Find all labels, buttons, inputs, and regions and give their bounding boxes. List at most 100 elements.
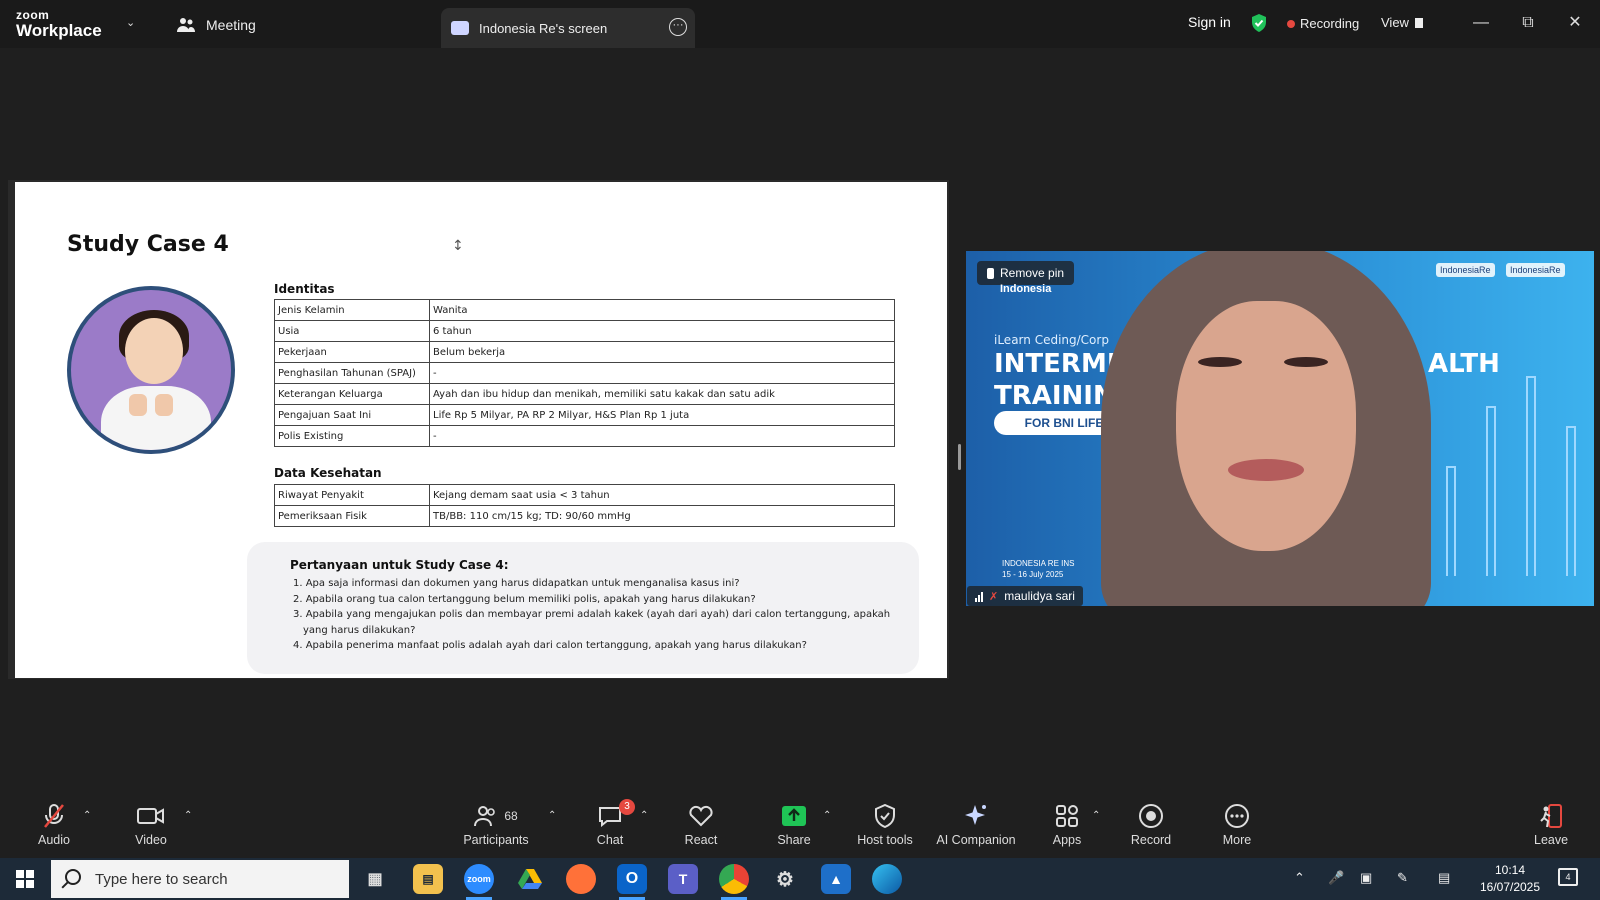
leave-button[interactable]: Leave	[1534, 803, 1568, 847]
edge-icon[interactable]	[872, 864, 902, 894]
more-options-icon[interactable]: ···	[669, 18, 687, 36]
photos-icon[interactable]: ▲	[821, 864, 851, 894]
chat-button[interactable]: 3 Chat	[595, 799, 635, 847]
audio-label: Audio	[38, 833, 70, 847]
share-button[interactable]: Share	[776, 803, 812, 847]
shared-slide: Study Case 4 ↕ Identitas Jenis Kelamin Wa…	[15, 182, 947, 678]
record-icon	[1139, 804, 1163, 828]
list-item: 3. Apabila yang mengajukan polis dan mem…	[293, 609, 891, 636]
recording-indicator[interactable]: Recording	[1287, 16, 1359, 31]
table-row: Penghasilan Tahunan (SPAJ) -	[274, 362, 895, 384]
slide-title: Study Case 4	[67, 232, 229, 257]
react-button[interactable]: React	[683, 803, 719, 847]
panel-resize-handle[interactable]	[958, 444, 961, 470]
security-shield-icon[interactable]	[1250, 13, 1268, 33]
google-drive-icon[interactable]	[515, 864, 545, 894]
system-clock[interactable]: 10:14 16/07/2025	[1475, 862, 1545, 896]
windows-taskbar: Type here to search ▦ ▤ zoom O T ⚙ ▲ ⌃ 🎤…	[0, 858, 1600, 900]
record-button[interactable]: Record	[1130, 803, 1172, 847]
zoom-app-icon[interactable]: zoom	[464, 864, 494, 900]
chevron-down-icon[interactable]: ⌄	[126, 16, 135, 29]
participants-options-caret-icon[interactable]: ⌃	[548, 810, 556, 821]
zoom-workplace-logo[interactable]: zoom Workplace	[16, 9, 102, 39]
table-cell-key: Riwayat Penyakit	[274, 484, 430, 506]
table-cell-value: -	[429, 362, 895, 384]
participant-name: maulidya sari	[1004, 589, 1075, 603]
close-icon[interactable]: ✕	[1560, 10, 1590, 36]
identitas-table: Jenis Kelamin Wanita Usia 6 tahun Pekerjaan B…	[274, 299, 895, 447]
table-cell-value: Belum bekerja	[429, 341, 895, 363]
microphone-muted-icon	[44, 804, 64, 828]
tray-keyboard-icon[interactable]: ▤	[1438, 870, 1450, 886]
audio-options-caret-icon[interactable]: ⌃	[83, 810, 91, 821]
table-cell-key: Pemeriksaan Fisik	[274, 505, 430, 527]
tray-display-icon[interactable]: ▣	[1360, 870, 1372, 886]
recording-dot-icon	[1287, 19, 1295, 28]
apps-options-caret-icon[interactable]: ⌃	[1092, 810, 1100, 821]
participant-video[interactable]: iLearn Ceding/Corp INTERMED TRAINING ALT…	[966, 251, 1594, 606]
tray-chevron-up-icon[interactable]: ⌃	[1294, 870, 1305, 886]
firefox-icon[interactable]	[566, 864, 596, 894]
apps-button[interactable]: Apps	[1050, 803, 1084, 847]
participants-button[interactable]: 68 Participants	[460, 803, 532, 847]
view-button[interactable]: View	[1381, 15, 1423, 30]
ai-companion-button[interactable]: AI Companion	[934, 803, 1018, 847]
tray-microphone-icon[interactable]: 🎤	[1328, 870, 1344, 886]
clock-time: 10:14	[1494, 863, 1526, 877]
list-item: 1. Apa saja informasi dan dokumen yang h…	[293, 578, 740, 589]
participant-face	[1176, 301, 1356, 551]
table-cell-value: Kejang demam saat usia < 3 tahun	[429, 484, 895, 506]
table-cell-key: Keterangan Keluarga	[274, 383, 430, 405]
indonesiare-logo: IndonesiaRe	[1436, 263, 1495, 277]
chrome-icon[interactable]	[719, 864, 749, 900]
share-tab-label: Indonesia Re's screen	[479, 20, 608, 36]
more-button[interactable]: More	[1220, 803, 1254, 847]
tray-pen-icon[interactable]: ✎	[1397, 870, 1408, 886]
restore-icon[interactable]: ⧉	[1513, 10, 1543, 36]
taskbar-search-input[interactable]: Type here to search	[51, 860, 349, 898]
share-label: Share	[777, 833, 811, 847]
chat-label: Chat	[596, 833, 624, 847]
file-explorer-icon[interactable]: ▤	[413, 864, 443, 894]
chat-options-caret-icon[interactable]: ⌃	[640, 810, 648, 821]
view-layout-icon	[1414, 17, 1423, 28]
event-info: INDONESIA RE INS 15 - 16 July 2025	[1002, 558, 1074, 580]
minimize-icon[interactable]: —	[1466, 10, 1496, 36]
table-cell-value: 6 tahun	[429, 320, 895, 342]
pin-icon	[987, 267, 994, 279]
list-item: 4. Apabila penerima manfaat polis adalah…	[293, 640, 807, 651]
table-cell-value: Ayah dan ibu hidup dan menikah, memiliki…	[429, 383, 895, 405]
leave-icon	[1540, 804, 1562, 828]
table-row: Polis Existing -	[274, 425, 895, 447]
host-tools-button[interactable]: Host tools	[854, 803, 916, 847]
settings-gear-icon[interactable]: ⚙	[770, 864, 800, 894]
teams-icon[interactable]: T	[668, 864, 698, 894]
zoom-app-text: zoom	[467, 874, 491, 884]
view-label: View	[1381, 15, 1409, 30]
task-view-icon[interactable]: ▦	[360, 864, 390, 894]
table-row: Pemeriksaan Fisik TB/BB: 110 cm/15 kg; TD…	[274, 505, 895, 527]
share-options-caret-icon[interactable]: ⌃	[823, 810, 831, 821]
remove-pin-button[interactable]: Remove pin	[977, 261, 1075, 285]
event-line-2: 15 - 16 July 2025	[1002, 570, 1064, 579]
banner-subtitle: iLearn Ceding/Corp	[994, 333, 1109, 347]
notification-count: 4	[1565, 872, 1571, 882]
audio-button[interactable]: Audio	[34, 803, 74, 847]
tab-meeting[interactable]: Meeting	[176, 14, 256, 36]
video-button[interactable]: Video	[131, 803, 171, 847]
sparkle-icon	[965, 805, 986, 825]
tab-shared-screen[interactable]: Indonesia Re's screen ···	[441, 8, 695, 48]
notification-center-icon[interactable]: 4	[1558, 868, 1578, 886]
more-icon	[1225, 804, 1249, 828]
muted-mic-icon: ✗	[989, 590, 999, 603]
table-cell-key: Pengajuan Saat Ini	[274, 404, 430, 426]
video-options-caret-icon[interactable]: ⌃	[184, 810, 192, 821]
sign-in-link[interactable]: Sign in	[1188, 14, 1231, 30]
table-cell-key: Pekerjaan	[274, 341, 430, 363]
windows-start-icon[interactable]	[16, 870, 34, 888]
text-cursor-icon: ↕	[452, 238, 464, 254]
outlook-icon[interactable]: O	[617, 864, 647, 900]
table-cell-key: Penghasilan Tahunan (SPAJ)	[274, 362, 430, 384]
table-row: Jenis Kelamin Wanita	[274, 299, 895, 321]
table-row: Riwayat Penyakit Kejang demam saat usia <…	[274, 484, 895, 506]
